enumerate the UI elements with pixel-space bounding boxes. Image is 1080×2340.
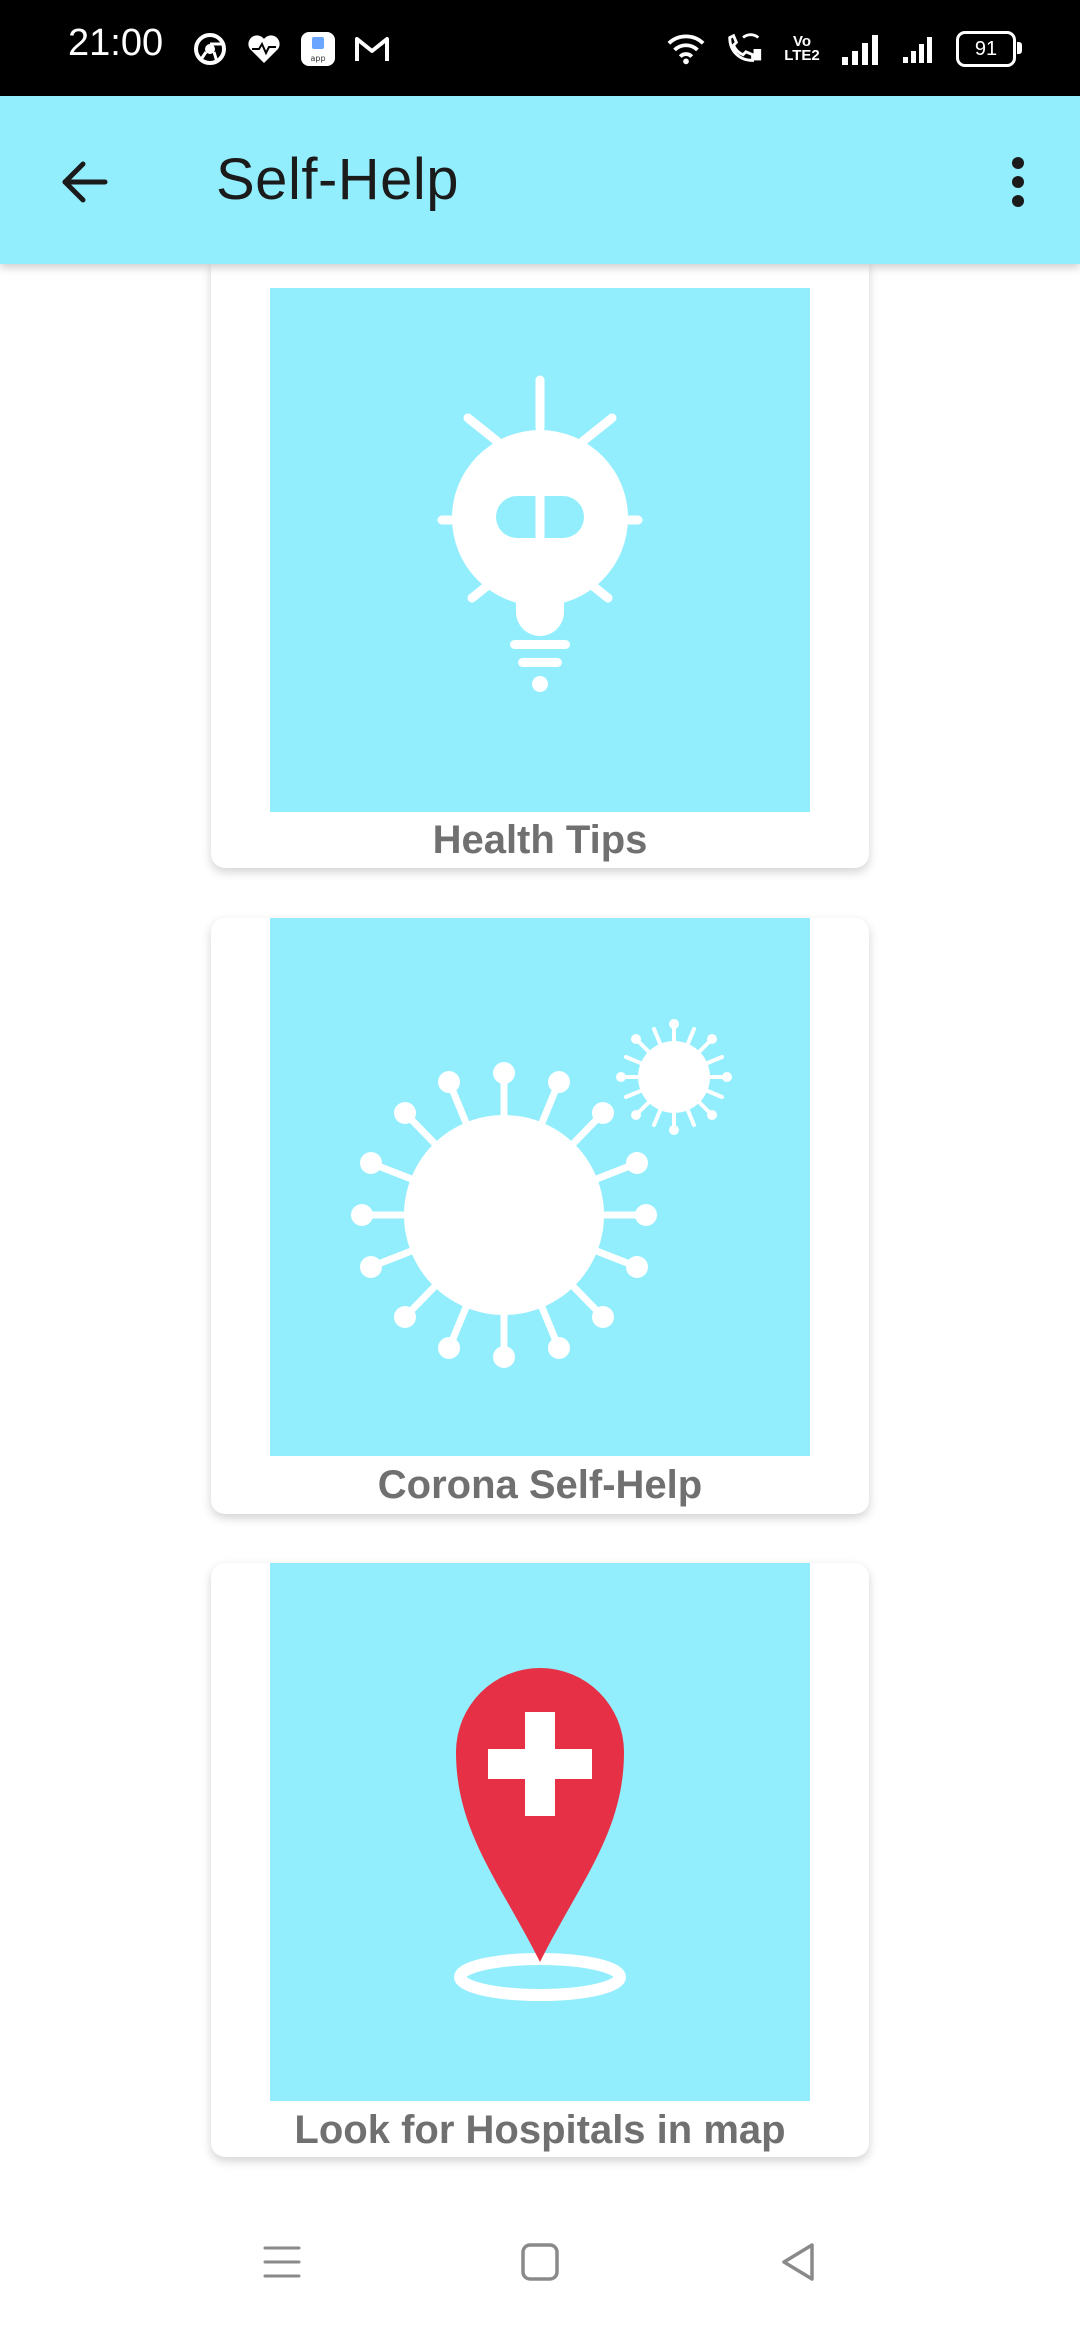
more-vertical-icon bbox=[1012, 157, 1024, 207]
card-image bbox=[270, 918, 810, 1456]
gmail-icon bbox=[352, 29, 392, 69]
battery-icon: 91 bbox=[956, 31, 1022, 67]
arrow-left-icon bbox=[62, 161, 108, 203]
chrome-icon bbox=[190, 29, 230, 69]
card-image bbox=[270, 1563, 810, 2101]
menu-icon bbox=[263, 2246, 301, 2278]
status-time: 21:00 bbox=[68, 22, 164, 64]
back-button[interactable] bbox=[40, 138, 128, 226]
more-options-button[interactable] bbox=[974, 138, 1062, 226]
signal-icon bbox=[840, 29, 880, 69]
system-status-icons: Vo LTE2 91 bbox=[666, 26, 1022, 72]
hospital-pin-icon bbox=[454, 1668, 626, 2001]
svg-text:app: app bbox=[310, 54, 325, 63]
app-icon: app bbox=[298, 29, 338, 69]
status-bar: 21:00 app Vo LTE2 91 bbox=[0, 0, 1080, 96]
back-icon bbox=[782, 2243, 814, 2281]
navigation-bar bbox=[0, 2184, 1080, 2340]
wifi-calling-icon bbox=[724, 29, 764, 69]
heart-icon bbox=[244, 29, 284, 69]
volte-icon: Vo LTE2 bbox=[784, 33, 820, 64]
app-bar: Self-Help bbox=[0, 96, 1080, 264]
notification-icons: app bbox=[190, 26, 392, 72]
lightbulb-icon bbox=[437, 375, 643, 692]
virus-icon bbox=[351, 1019, 732, 1368]
card-corona-self-help[interactable]: Corona Self-Help bbox=[211, 918, 869, 1514]
home-button[interactable] bbox=[496, 2222, 584, 2302]
card-label: Look for Hospitals in map bbox=[294, 2108, 786, 2152]
system-back-button[interactable] bbox=[754, 2222, 842, 2302]
card-label: Corona Self-Help bbox=[377, 1463, 703, 1507]
page-title: Self-Help bbox=[216, 147, 460, 212]
recent-apps-button[interactable] bbox=[238, 2222, 326, 2302]
card-image bbox=[270, 288, 810, 812]
card-health-tips[interactable]: Health Tips bbox=[211, 262, 869, 868]
home-icon bbox=[521, 2243, 559, 2281]
signal-icon-2 bbox=[898, 29, 938, 69]
wifi-icon bbox=[666, 29, 706, 69]
card-label: Health Tips bbox=[432, 818, 648, 862]
card-hospitals-map[interactable]: Look for Hospitals in map bbox=[211, 1563, 869, 2157]
